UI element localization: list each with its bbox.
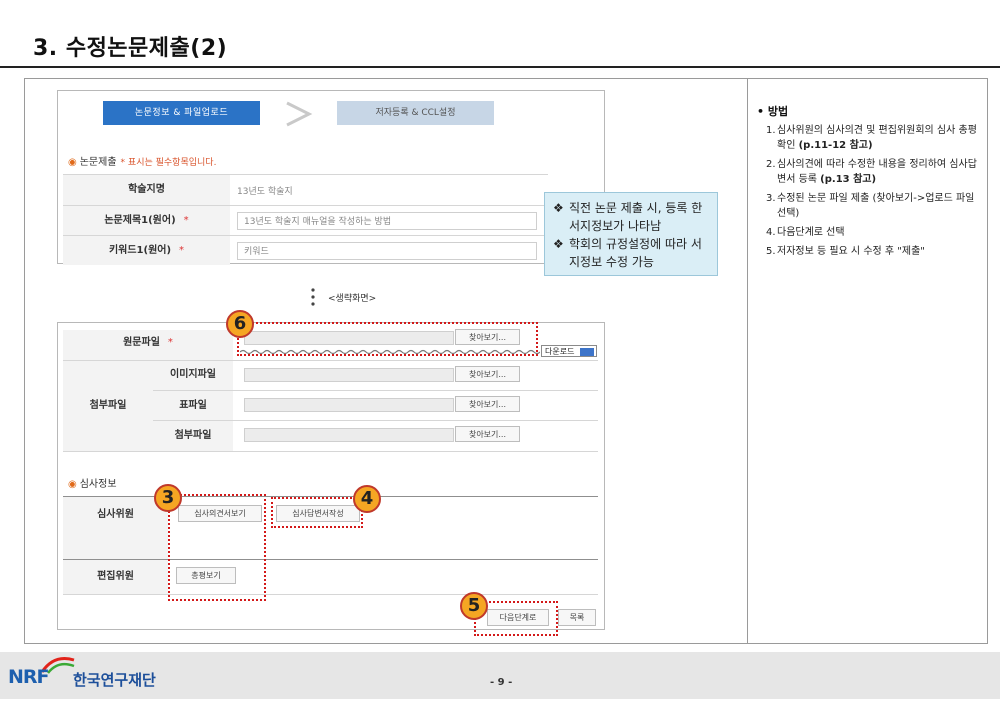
review-section-title: 심사정보 [79,479,117,490]
page-number: - 9 - [490,677,513,688]
paper-section-title: 논문제출 [79,157,117,168]
download-icon [580,348,594,356]
journal-name-label: 학술지명 [63,175,230,205]
step-tab-author-ccl[interactable]: 저자등록 & CCL설정 [337,101,494,125]
note-bullet-icon: ❖ [553,237,564,251]
review-section-heading: ◉ 심사정보 [68,475,117,490]
download-button[interactable]: 다운로드 [541,345,597,357]
omitted-screen-label: <생략화면> [328,294,377,304]
editor-label: 편집위원 [97,571,134,582]
section-bullet-icon: ◉ [68,157,77,168]
image-file-browse-button[interactable]: 찾아보기... [455,366,520,382]
method-item: 2. 심사의견에 따라 수정한 내용을 정리하여 심사답변서 등록 (p.13 참… [766,159,977,185]
column-divider [747,78,748,644]
org-name: 한국연구재단 [73,671,156,689]
original-file-label: 원문파일 * [123,337,173,348]
info-note-box: ❖ 직전 논문 제출 시, 등록 한 서지정보가 나타남 ❖ 학회의 규정설정에… [544,192,718,276]
paper-section-heading: ◉ 논문제출 * 표시는 필수항목입니다. [68,153,216,168]
highlight-upload [237,322,538,356]
step-tab-paper-upload[interactable]: 논문정보 & 파일업로드 [103,101,260,125]
list-button[interactable]: 목록 [558,609,596,626]
note-text: 학회의 규정설정에 따라 서지정보 수정 가능 [569,237,702,269]
method-item: 1. 심사위원의 심사의견 및 편집위원회의 심사 총평 확인 (p.11-12 … [766,125,977,151]
nrf-logo: NRF [8,666,50,688]
title-label: 논문제목1(원어) * [63,206,230,235]
vertical-ellipsis-icon [311,288,315,306]
highlight-review-view [168,494,266,601]
paper-form: 학술지명 13년도 학술지 논문제목1(원어) * 13년도 학술지 매뉴얼을 작… [63,174,548,265]
highlight-response [271,497,363,528]
callout-3: 3 [154,484,182,512]
method-list: 1. 심사위원의 심사의견 및 편집위원회의 심사 총평 확인 (p.11-12 … [766,123,981,263]
image-file-input[interactable] [244,368,454,382]
method-item: 4. 다음단계로 선택 [766,227,845,238]
row-divider [63,451,598,452]
reviewer-label: 심사위원 [97,509,134,520]
download-label: 다운로드 [545,347,575,356]
title-underline [0,66,1000,68]
callout-5: 6 [226,310,254,338]
method-item: 5. 저자정보 등 필요 시 수정 후 "제출" [766,246,925,257]
note-text: 직전 논문 제출 시, 등록 한 서지정보가 나타남 [569,201,703,233]
note-item: ❖ 직전 논문 제출 시, 등록 한 서지정보가 나타남 [553,199,711,235]
keyword-label: 키워드1(원어) * [63,236,230,265]
attach-group-label: 첨부파일 [89,400,127,411]
row-divider [153,420,598,421]
paper-title-input[interactable]: 13년도 학술지 매뉴얼을 작성하는 방법 [237,212,537,230]
keyword-input[interactable]: 키워드 [237,242,537,260]
table-file-label: 표파일 [179,400,207,411]
table-file-browse-button[interactable]: 찾아보기... [455,396,520,412]
attachment-file-label: 첨부파일 [174,430,212,441]
attachment-file-input[interactable] [244,428,454,442]
slide-title: 3. 수정논문제출(2) [33,36,228,61]
required-note: * 표시는 필수항목입니다. [120,158,217,168]
journal-name-value: 13년도 학술지 [237,187,293,197]
method-item: 3. 수정된 논문 파일 제출 (찾아보기->업로드 파일 선택) [766,193,975,219]
section-bullet-icon: ◉ [68,479,77,490]
method-heading: • 방법 [757,105,789,118]
attachment-file-browse-button[interactable]: 찾아보기... [455,426,520,442]
step-arrow-icon [286,101,313,127]
row-divider [153,390,598,391]
table-file-input[interactable] [244,398,454,412]
callout-6: 5 [460,592,488,620]
note-item: ❖ 학회의 규정설정에 따라 서지정보 수정 가능 [553,235,711,271]
image-file-label: 이미지파일 [170,369,216,380]
row-divider [63,594,598,595]
note-bullet-icon: ❖ [553,201,564,215]
callout-4: 4 [353,485,381,513]
